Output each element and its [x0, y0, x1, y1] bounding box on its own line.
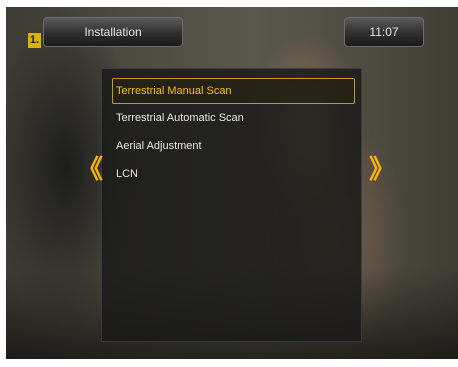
channel-badge: 1. [28, 33, 41, 48]
page-title: Installation [43, 17, 183, 47]
menu-item-terrestrial-automatic-scan[interactable]: Terrestrial Automatic Scan [112, 105, 355, 131]
installation-menu-panel: Terrestrial Manual Scan Terrestrial Auto… [101, 68, 362, 342]
menu-item-aerial-adjustment[interactable]: Aerial Adjustment [112, 133, 355, 159]
double-chevron-left-icon[interactable]: 《 [77, 155, 103, 183]
menu-item-terrestrial-manual-scan[interactable]: Terrestrial Manual Scan [112, 78, 355, 104]
clock-display: 11:07 [344, 17, 424, 47]
menu-item-lcn[interactable]: LCN [112, 161, 355, 187]
double-chevron-right-icon[interactable]: 》 [369, 155, 395, 183]
